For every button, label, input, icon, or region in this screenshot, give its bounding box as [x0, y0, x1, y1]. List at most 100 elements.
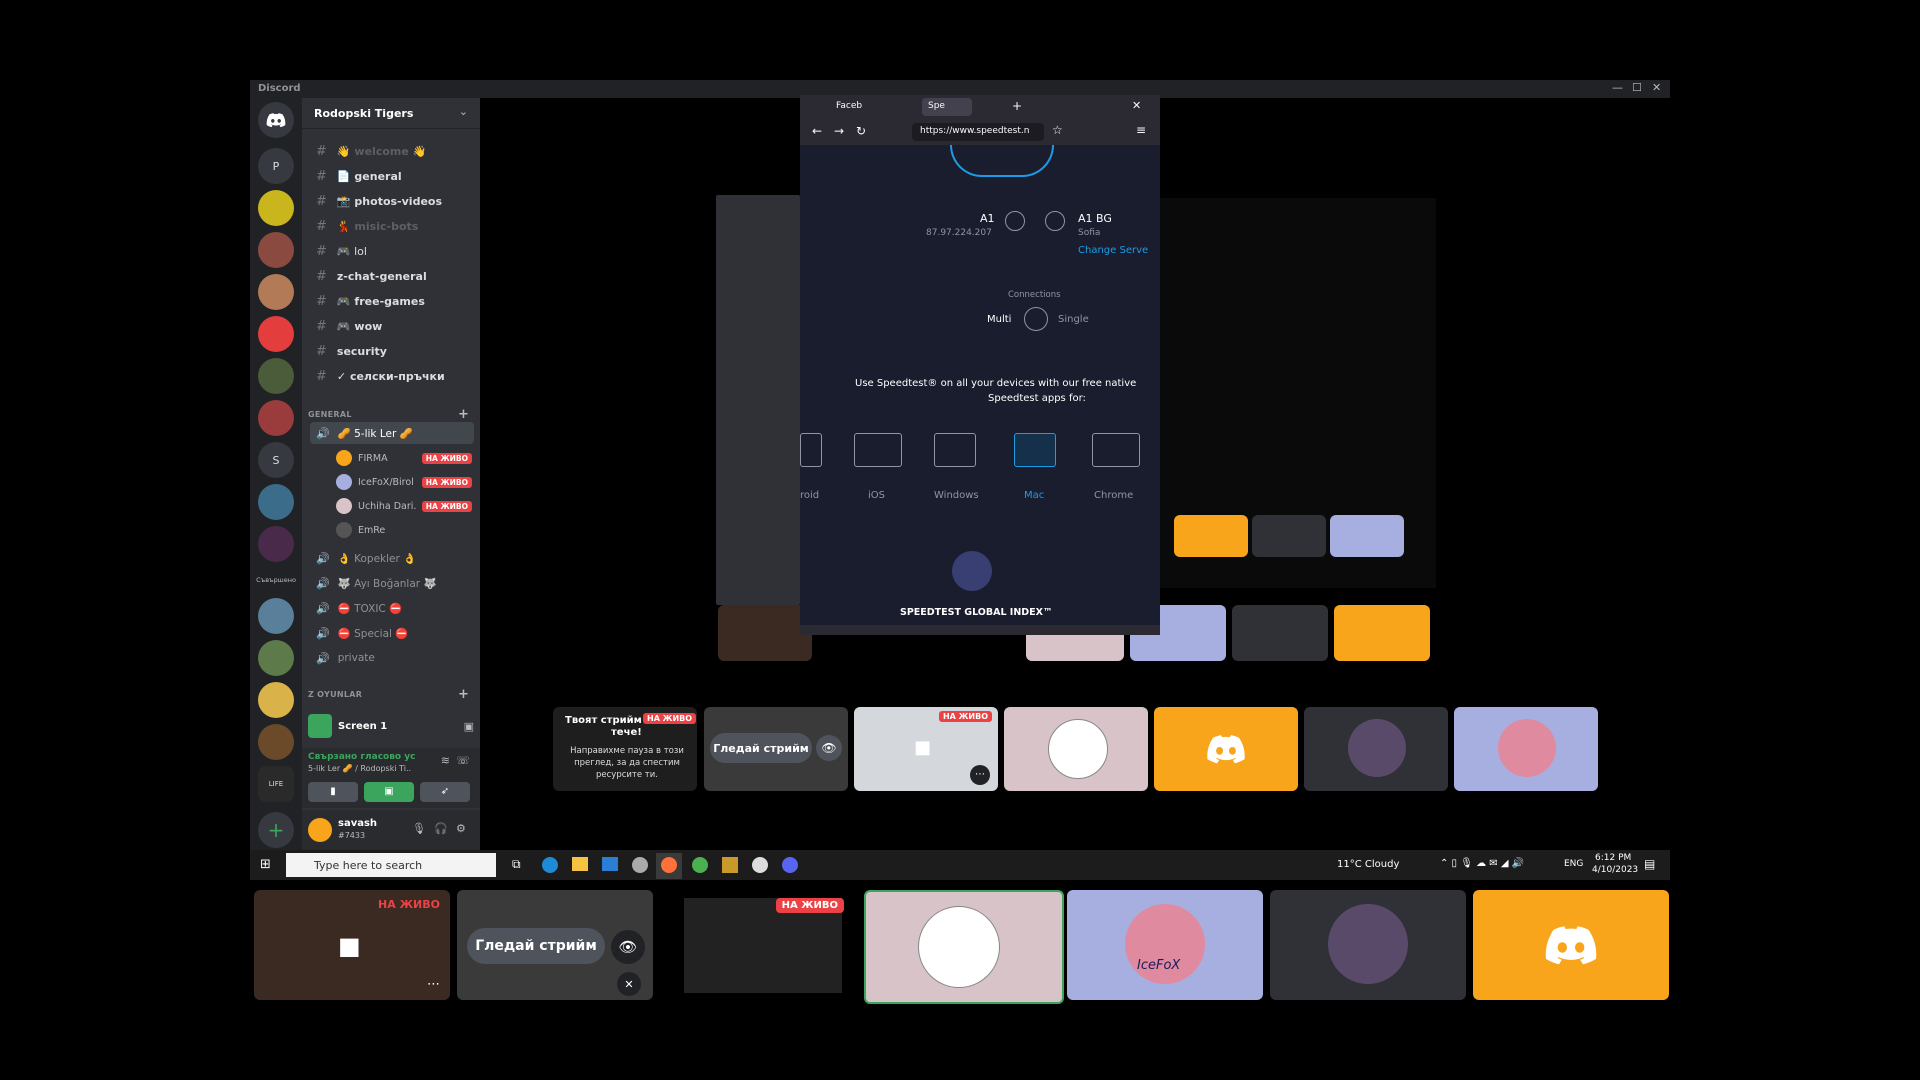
add-channel-icon[interactable]: + — [458, 407, 469, 422]
guild-icon-life-game[interactable]: LIFE — [258, 766, 294, 802]
add-channel-icon[interactable]: + — [458, 687, 469, 702]
discord-taskbar-icon[interactable] — [782, 857, 798, 873]
voice-channel-special[interactable]: 🔊 ⛔ Special ⛔ — [310, 622, 474, 644]
channel-photos-videos[interactable]: # 📸 photos-videos — [310, 190, 474, 212]
voice-user-icefox[interactable]: IceFoX/Birol НА ЖИВО — [336, 471, 478, 493]
wow-icon[interactable] — [722, 857, 738, 873]
disconnect-icon[interactable]: ☏ — [456, 754, 470, 767]
new-tab-button[interactable]: + — [1012, 99, 1022, 113]
app-label-chrome[interactable]: Chrome — [1094, 490, 1133, 501]
single-option[interactable]: Single — [1058, 314, 1089, 325]
connections-toggle-icon[interactable] — [1024, 307, 1048, 331]
guild-icon-maroon[interactable] — [258, 400, 294, 436]
camera-button[interactable]: ▮ — [308, 782, 358, 802]
guild-icon-blue[interactable] — [258, 484, 294, 520]
channel-welcome[interactable]: # 👋 welcome 👋 — [310, 140, 474, 162]
app-label-mac[interactable]: Mac — [1024, 490, 1044, 501]
screen-share-button[interactable]: ▣ — [364, 782, 414, 802]
tray-icons[interactable]: ⌃ ▯ 🎙 ☁ ✉ ◢ 🔊 — [1440, 858, 1524, 869]
voice-channel-toxic[interactable]: 🔊 ⛔ TOXIC ⛔ — [310, 597, 474, 619]
voice-channel-kopekler[interactable]: 🔊 👌 Kopekler 👌 — [310, 547, 474, 569]
guild-icon-red[interactable] — [258, 232, 294, 268]
horizontal-scrollbar[interactable] — [800, 625, 1160, 635]
mac-icon[interactable] — [1014, 433, 1056, 467]
guild-icon-brown[interactable] — [258, 724, 294, 760]
bottom-tile-desktop-stream[interactable]: НА ЖИВО — [660, 890, 856, 1000]
app-label-android[interactable]: roid — [800, 490, 819, 501]
clock-time[interactable]: 6:12 PM — [1595, 853, 1631, 863]
mute-icon[interactable]: ✕ — [617, 972, 641, 996]
stream-paused-tile[interactable]: Твоят стрийм е тече! НА ЖИВО Направихме … — [553, 707, 697, 791]
voice-user-firma[interactable]: FIRMA НА ЖИВО — [336, 447, 478, 469]
multi-option[interactable]: Multi — [987, 314, 1011, 325]
microphone-icon[interactable]: 🎙 — [412, 822, 426, 835]
tab-speedtest[interactable]: Spe — [922, 98, 972, 116]
more-options-icon[interactable]: ⋯ — [970, 765, 990, 785]
windows-icon[interactable] — [934, 433, 976, 467]
weather-widget[interactable]: 11°C Cloudy — [1337, 859, 1399, 870]
change-server-link[interactable]: Change Serve — [1078, 245, 1148, 256]
more-options-icon[interactable]: ⋯ — [427, 977, 440, 992]
stream-tile-desktop[interactable]: НА ЖИВО ■ ⋯ — [854, 707, 998, 791]
channel-security[interactable]: # security — [310, 340, 474, 362]
channel-lol[interactable]: # 🎮 lol — [310, 240, 474, 262]
maximize-button[interactable]: ☐ — [1632, 81, 1642, 94]
reload-icon[interactable]: ↻ — [856, 124, 866, 138]
menu-icon[interactable]: ≡ — [1136, 123, 1146, 137]
channel-general[interactable]: # 📄 general — [310, 165, 474, 187]
guild-icon-green[interactable] — [258, 358, 294, 394]
user-tile-firma[interactable] — [1154, 707, 1298, 791]
bottom-tile-emre[interactable] — [1270, 890, 1466, 1000]
voice-user-uchiha[interactable]: Uchiha Dari. НА ЖИВО — [336, 495, 478, 517]
voice-user-emre[interactable]: EmRe — [336, 519, 478, 541]
user-tile-uchiha[interactable] — [1004, 707, 1148, 791]
taskbar-search-input[interactable]: Type here to search — [286, 853, 496, 877]
channel-selski-prachki[interactable]: # ✓ селски-пръчки — [310, 365, 474, 387]
ios-icon[interactable] — [854, 433, 902, 467]
app-label-windows[interactable]: Windows — [934, 490, 979, 501]
channel-free-games[interactable]: # 🎮 free-games — [310, 290, 474, 312]
category-general[interactable]: GENERAL + — [308, 407, 476, 422]
watch-stream-button[interactable]: Гледай стрийм — [467, 928, 605, 964]
back-icon[interactable]: ← — [812, 124, 822, 138]
bottom-tile-firma[interactable] — [1473, 890, 1669, 1000]
file-explorer-icon[interactable] — [572, 857, 588, 871]
notification-icon[interactable]: ▤ — [1644, 857, 1655, 871]
guild-icon-olive[interactable] — [258, 640, 294, 676]
guild-icon-redhat[interactable] — [258, 316, 294, 352]
guild-icon-purple[interactable] — [258, 526, 294, 562]
forward-icon[interactable]: → — [834, 124, 844, 138]
guild-s[interactable]: S — [258, 442, 294, 478]
firefox-icon[interactable] — [661, 857, 677, 873]
channel-misic-bots[interactable]: # 💃 misic-bots — [310, 215, 474, 237]
windows-start-icon[interactable]: ⊞ — [260, 857, 271, 872]
avatar[interactable] — [308, 818, 332, 842]
screen-share-item[interactable]: Screen 1 ▣ — [308, 712, 474, 740]
tab-facebook[interactable]: Faceb — [836, 101, 862, 111]
store-icon[interactable] — [602, 857, 618, 871]
noise-suppression-icon[interactable]: ≋ — [441, 754, 450, 767]
guild-icon-sky[interactable] — [258, 598, 294, 634]
bottom-tile-game-stream[interactable]: НА ЖИВО ■ ⋯ — [254, 890, 450, 1000]
url-input[interactable]: https://www.speedtest.n — [912, 123, 1044, 141]
eye-add-icon[interactable]: 👁 — [611, 930, 645, 964]
android-icon[interactable] — [800, 433, 822, 467]
app-icon-green[interactable] — [692, 857, 708, 873]
bottom-tile-watch[interactable]: Гледай стрийм 👁 ✕ — [457, 890, 653, 1000]
edge-icon[interactable] — [542, 857, 558, 873]
bottom-tile-icefox[interactable]: IceFoX — [1067, 890, 1263, 1000]
task-view-icon[interactable]: ⧉ — [512, 857, 521, 872]
discord-home-icon[interactable] — [258, 102, 294, 138]
bottom-tile-uchiha-speaking[interactable] — [864, 890, 1064, 1004]
close-icon[interactable]: ✕ — [1132, 99, 1141, 112]
clock-date[interactable]: 4/10/2023 — [1592, 865, 1638, 875]
chrome-icon[interactable] — [1092, 433, 1140, 467]
user-tile-emre[interactable] — [1304, 707, 1448, 791]
app-icon[interactable] — [632, 857, 648, 873]
guild-icon-yellow[interactable] — [258, 190, 294, 226]
bookmark-star-icon[interactable]: ☆ — [1052, 123, 1063, 137]
guild-p[interactable]: P — [258, 148, 294, 184]
watch-stream-tile[interactable]: Гледай стрийм 👁 — [704, 707, 848, 791]
headphones-icon[interactable]: 🎧 — [434, 822, 448, 835]
guild-icon-tan[interactable] — [258, 274, 294, 310]
